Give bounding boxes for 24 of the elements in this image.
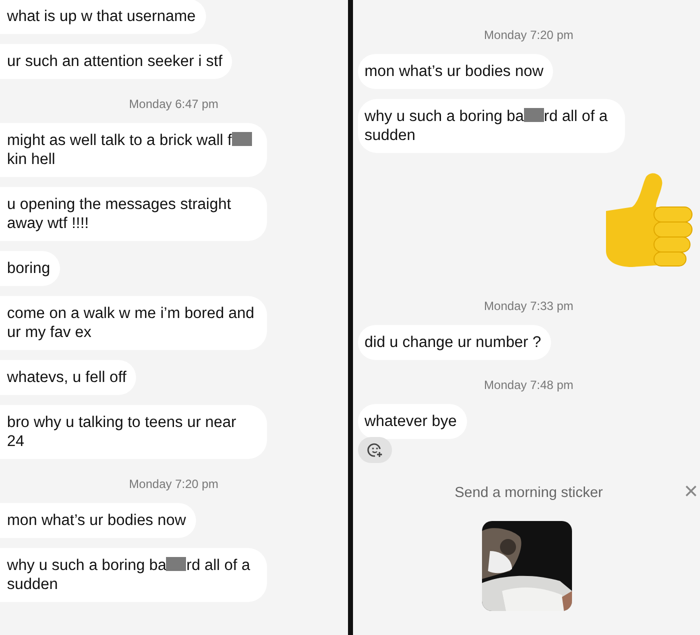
message-bubble: what is up w that username xyxy=(0,0,206,34)
add-reaction-button[interactable] xyxy=(358,437,392,463)
message-bubble: mon what’s ur bodies now xyxy=(358,54,554,89)
message-bubble: ur such an attention seeker i stf xyxy=(0,44,232,79)
timestamp: Monday 6:47 pm xyxy=(129,97,218,111)
message-bubble: might as well talk to a brick wall f kin hell xyxy=(0,123,267,177)
smiley-plus-icon xyxy=(366,442,382,458)
message-bubble: whatevs, u fell off xyxy=(0,360,136,395)
close-button[interactable]: × xyxy=(684,480,698,504)
message-bubble: whatever bye xyxy=(358,404,467,439)
message-bubble: bro why u talking to teens ur near 24 xyxy=(0,405,267,459)
message-bubble: did u change ur number ? xyxy=(358,325,552,360)
message-bubble: u opening the messages straight away wtf !!!! xyxy=(0,187,267,241)
message-bubble: why u such a boring ba rd all of a sudden xyxy=(0,548,267,602)
timestamp: Monday 7:20 pm xyxy=(484,28,574,42)
message-bubble: boring xyxy=(0,251,60,286)
message-bubble: mon what’s ur bodies now xyxy=(0,503,196,538)
timestamp: Monday 7:20 pm xyxy=(129,477,218,491)
sticker-prompt: Send a morning sticker xyxy=(454,485,603,501)
timestamp: Monday 7:48 pm xyxy=(484,378,574,392)
message-bubble: come on a walk w me i’m bored and ur my fav ex xyxy=(0,296,267,350)
timestamp: Monday 7:33 pm xyxy=(484,299,574,313)
message-bubble: why u such a boring ba rd all of a sudden xyxy=(358,99,624,153)
thumbs-up-icon xyxy=(606,173,692,267)
